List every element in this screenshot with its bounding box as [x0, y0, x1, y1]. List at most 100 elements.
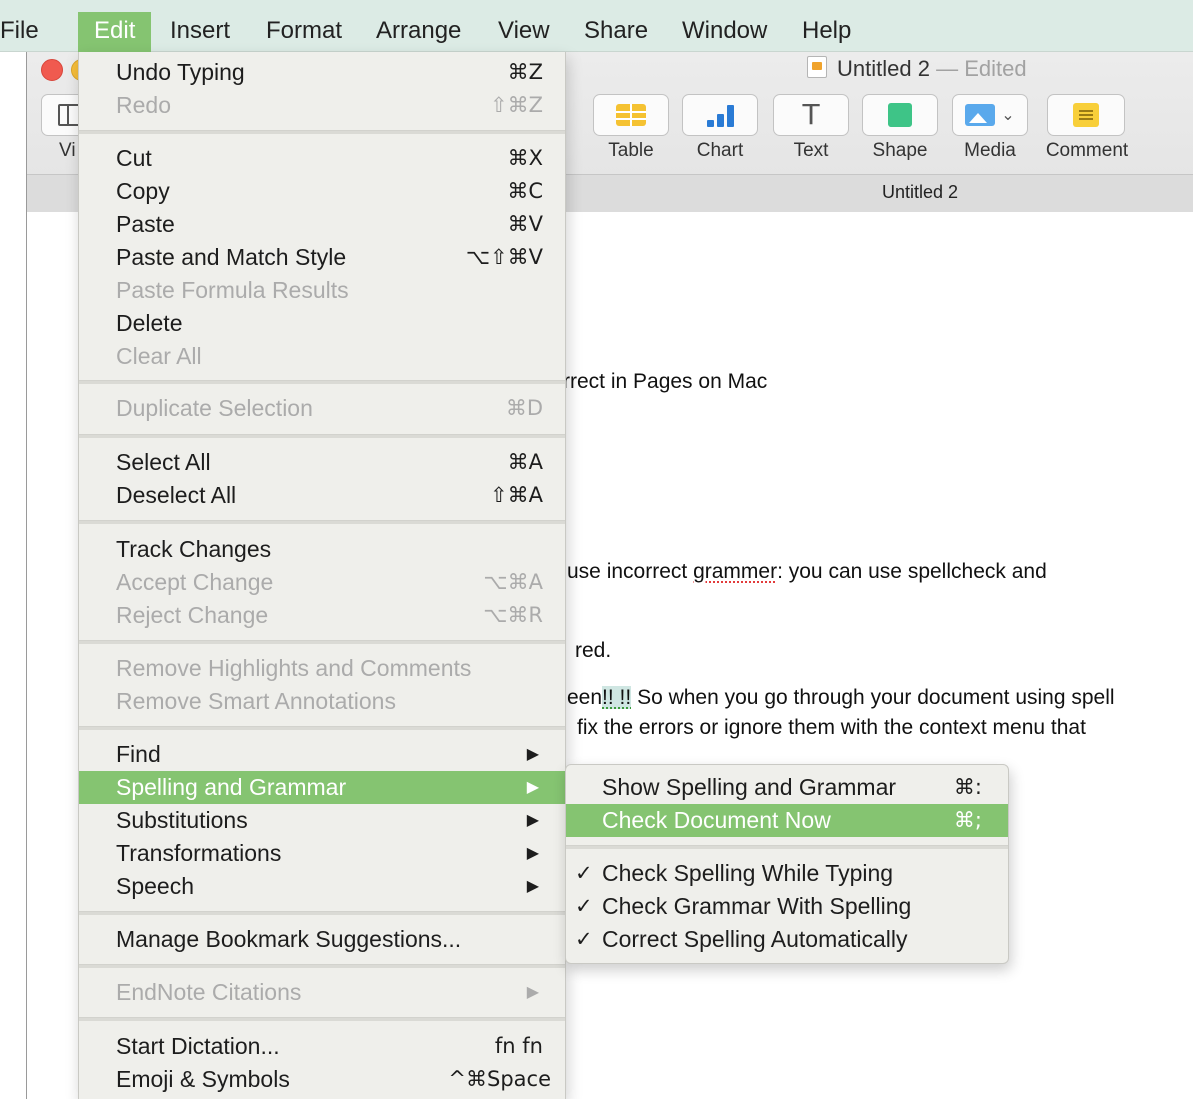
- menu-item-paste-formula-results[interactable]: Paste Formula Results: [79, 274, 565, 307]
- menu-separator: [79, 520, 565, 524]
- shape-label: Shape: [872, 140, 928, 161]
- media-button[interactable]: ⌄: [952, 94, 1028, 136]
- menu-item-cut[interactable]: Cut ⌘X: [79, 142, 565, 175]
- menu-insert[interactable]: Insert: [156, 12, 244, 52]
- submenu-item-label: Show Spelling and Grammar: [602, 774, 897, 800]
- menu-item-remove-smart-annotations[interactable]: Remove Smart Annotations: [79, 685, 565, 718]
- submenu-item-shortcut: ⌘;: [953, 808, 982, 832]
- menu-separator: [79, 640, 565, 644]
- menu-item-duplicate-selection[interactable]: Duplicate Selection ⌘D: [79, 392, 565, 425]
- submenu-arrow-icon: ▶: [526, 779, 539, 796]
- doc-edited-status: — Edited: [936, 56, 1027, 81]
- submenu-item-label: Check Document Now: [602, 807, 831, 833]
- menu-view[interactable]: View: [484, 12, 564, 52]
- media-label: Media: [964, 140, 1016, 161]
- menu-item-substitutions[interactable]: Substitutions ▶: [79, 804, 565, 837]
- menu-item-redo[interactable]: Redo ⇧⌘Z: [79, 89, 565, 122]
- menu-item-shortcut: ⌘C: [507, 179, 543, 203]
- menu-item-label: Redo: [116, 92, 171, 118]
- doc-line-4-start: een: [567, 686, 603, 709]
- menu-item-track-changes[interactable]: Track Changes: [79, 533, 565, 566]
- menu-format[interactable]: Format: [252, 12, 356, 52]
- menu-item-shortcut: fn fn: [494, 1034, 543, 1058]
- submenu-arrow-icon: ▶: [526, 878, 539, 895]
- menu-file[interactable]: File: [0, 12, 53, 52]
- menu-item-endnote-citations[interactable]: EndNote Citations ▶: [79, 976, 565, 1009]
- menu-window[interactable]: Window: [668, 12, 781, 52]
- menu-item-speech[interactable]: Speech ▶: [79, 870, 565, 903]
- doc-line-5: fix the errors or ignore them with the c…: [577, 716, 1086, 739]
- menu-item-label: Emoji & Symbols: [116, 1066, 290, 1092]
- menu-arrange[interactable]: Arrange: [362, 12, 475, 52]
- submenu-item-check-grammar-with-spelling[interactable]: ✓ Check Grammar With Spelling: [566, 890, 1008, 923]
- submenu-item-correct-spelling-automatically[interactable]: ✓ Correct Spelling Automatically: [566, 923, 1008, 956]
- comment-icon: [1073, 103, 1099, 127]
- menu-separator: [79, 964, 565, 968]
- menu-item-paste[interactable]: Paste ⌘V: [79, 208, 565, 241]
- menu-item-remove-highlights[interactable]: Remove Highlights and Comments: [79, 652, 565, 685]
- menu-edit[interactable]: Edit: [78, 12, 152, 52]
- submenu-item-check-spelling-while-typing[interactable]: ✓ Check Spelling While Typing: [566, 857, 1008, 890]
- menu-item-paste-match-style[interactable]: Paste and Match Style ⌥⇧⌘V: [79, 241, 565, 274]
- doc-line-3: red.: [575, 639, 612, 662]
- menu-item-select-all[interactable]: Select All ⌘A: [79, 446, 565, 479]
- doc-line-2-end: : you can use spellcheck and: [777, 560, 1047, 583]
- menu-item-label: Clear All: [116, 343, 202, 369]
- menu-item-deselect-all[interactable]: Deselect All ⇧⌘A: [79, 479, 565, 512]
- document-title: Untitled 2 — Edited: [807, 56, 1027, 82]
- table-label: Table: [608, 140, 654, 161]
- comment-button[interactable]: [1047, 94, 1125, 136]
- doc-line-1: rrect in Pages on Mac: [563, 370, 768, 393]
- menu-separator: [79, 380, 565, 384]
- tab-document-title[interactable]: Untitled 2: [882, 182, 958, 203]
- menu-item-undo[interactable]: Undo Typing ⌘Z: [79, 56, 565, 89]
- menu-item-clear-all[interactable]: Clear All: [79, 340, 565, 373]
- menu-item-copy[interactable]: Copy ⌘C: [79, 175, 565, 208]
- menu-item-label: Accept Change: [116, 569, 274, 595]
- menu-item-transformations[interactable]: Transformations ▶: [79, 837, 565, 870]
- submenu-item-show-spelling-grammar[interactable]: Show Spelling and Grammar ⌘:: [566, 771, 1008, 804]
- spelling-error-word[interactable]: grammer: [693, 560, 777, 583]
- menu-item-label: Undo Typing: [116, 59, 245, 85]
- text-icon: T: [802, 98, 820, 131]
- menu-item-label: Remove Highlights and Comments: [116, 655, 472, 681]
- menu-item-find[interactable]: Find ▶: [79, 738, 565, 771]
- submenu-arrow-icon: ▶: [526, 845, 539, 862]
- doc-title-text: Untitled 2: [837, 56, 930, 81]
- media-icon: [965, 104, 996, 126]
- menu-item-start-dictation[interactable]: Start Dictation... fn fn: [79, 1030, 565, 1063]
- menu-item-label: Substitutions: [116, 807, 248, 833]
- grammar-error-highlight[interactable]: !! !!: [602, 686, 632, 709]
- menu-item-spelling-and-grammar[interactable]: Spelling and Grammar ▶: [79, 771, 565, 804]
- menu-separator: [566, 845, 1008, 849]
- menu-item-label: Reject Change: [116, 602, 269, 628]
- menu-item-label: Copy: [116, 178, 170, 204]
- table-button[interactable]: [593, 94, 669, 136]
- menu-separator: [79, 911, 565, 915]
- chart-icon: [706, 103, 734, 127]
- menu-item-label: Remove Smart Annotations: [116, 688, 396, 714]
- submenu-arrow-icon: ▶: [526, 746, 539, 763]
- spelling-grammar-submenu: Show Spelling and Grammar ⌘: Check Docum…: [565, 764, 1009, 964]
- menu-separator: [79, 130, 565, 134]
- doc-line-4-end: So when you go through your document usi…: [631, 686, 1115, 709]
- shape-button[interactable]: [862, 94, 938, 136]
- menu-item-emoji-and-symbols[interactable]: Emoji & Symbols ^⌘Space: [79, 1063, 565, 1096]
- menu-item-label: Paste Formula Results: [116, 277, 349, 303]
- text-button[interactable]: T: [773, 94, 849, 136]
- chart-button[interactable]: [682, 94, 758, 136]
- submenu-item-check-document-now[interactable]: Check Document Now ⌘;: [566, 804, 1008, 837]
- menu-share[interactable]: Share: [570, 12, 662, 52]
- menu-item-label: Manage Bookmark Suggestions...: [116, 926, 462, 952]
- menu-item-shortcut: ⌘Z: [507, 60, 543, 84]
- menu-item-manage-bookmark-suggestions[interactable]: Manage Bookmark Suggestions...: [79, 923, 565, 956]
- submenu-item-shortcut: ⌘:: [953, 775, 982, 799]
- menu-item-accept-change[interactable]: Accept Change ⌥⌘A: [79, 566, 565, 599]
- close-window-button[interactable]: [41, 59, 63, 81]
- menu-item-shortcut: ⌥⌘A: [483, 570, 543, 594]
- menu-item-delete[interactable]: Delete: [79, 307, 565, 340]
- text-label: Text: [793, 140, 829, 161]
- menu-help[interactable]: Help: [788, 12, 865, 52]
- menu-item-reject-change[interactable]: Reject Change ⌥⌘R: [79, 599, 565, 632]
- menu-item-label: Spelling and Grammar: [116, 774, 347, 800]
